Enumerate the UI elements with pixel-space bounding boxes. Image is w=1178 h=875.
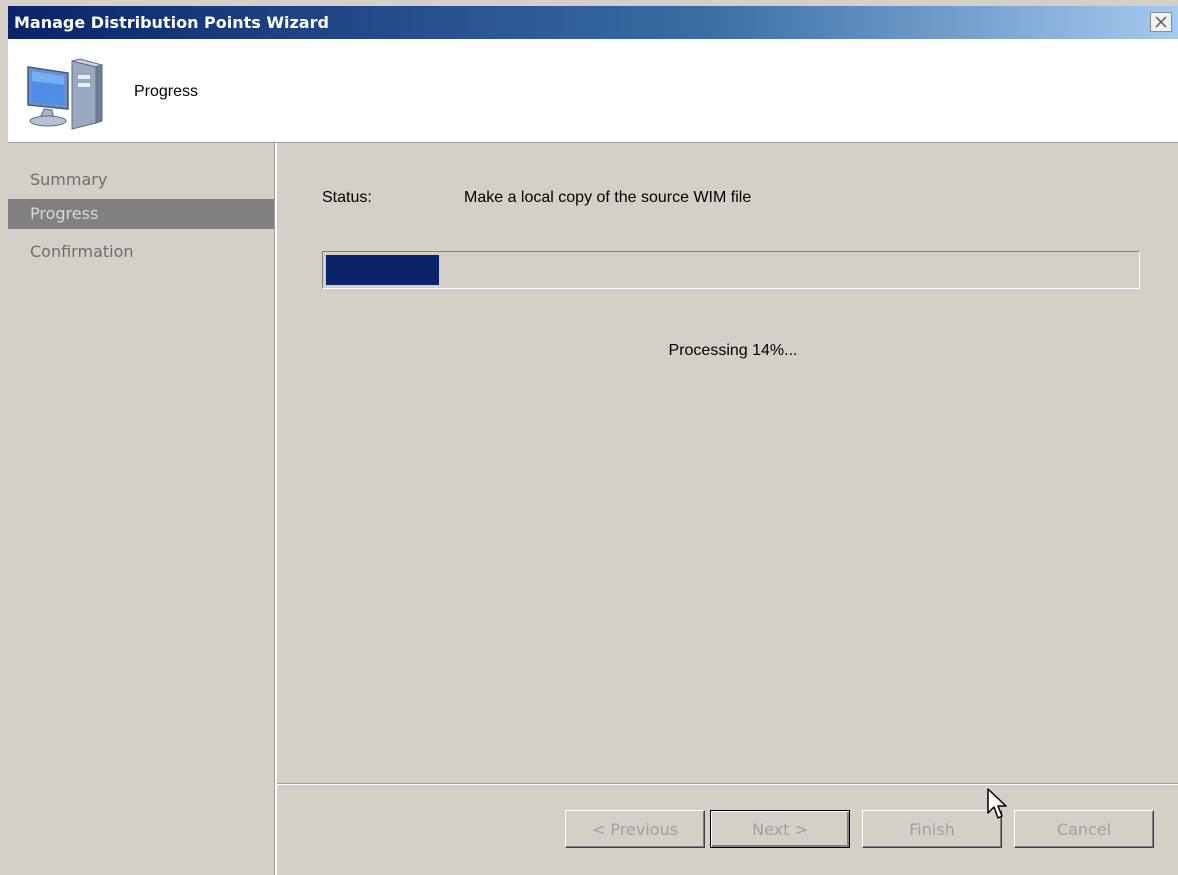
sidebar-item-progress[interactable]: Progress bbox=[8, 199, 274, 229]
wizard-header: Progress bbox=[8, 39, 1178, 143]
mouse-cursor-icon bbox=[987, 788, 1007, 819]
sidebar-item-summary[interactable]: Summary bbox=[8, 165, 274, 195]
close-button[interactable] bbox=[1150, 12, 1172, 32]
sidebar-item-confirmation[interactable]: Confirmation bbox=[8, 237, 274, 267]
wizard-sidebar: Summary Progress Confirmation bbox=[8, 143, 274, 875]
progress-panel: Status: Make a local copy of the source … bbox=[277, 143, 1178, 783]
progress-bar-fill bbox=[326, 255, 439, 285]
finish-button[interactable]: Finish bbox=[862, 810, 1002, 848]
processing-text: Processing 14%... bbox=[668, 342, 798, 359]
window-title: Manage Distribution Points Wizard bbox=[14, 13, 329, 32]
computer-icon bbox=[27, 58, 104, 130]
wizard-footer: < Previous Next > Finish Cancel bbox=[277, 785, 1178, 875]
cancel-button[interactable]: Cancel bbox=[1014, 810, 1154, 848]
title-bar[interactable]: Manage Distribution Points Wizard bbox=[8, 6, 1178, 39]
status-label: Status: bbox=[322, 189, 372, 206]
status-text: Make a local copy of the source WIM file bbox=[464, 189, 752, 206]
previous-button[interactable]: < Previous bbox=[565, 810, 705, 848]
close-icon bbox=[1155, 16, 1167, 28]
next-button[interactable]: Next > bbox=[710, 810, 850, 848]
wizard-window: Manage Distribution Points Wizard Progre… bbox=[0, 0, 1178, 875]
progress-bar bbox=[322, 251, 1140, 289]
page-title: Progress bbox=[134, 83, 199, 100]
